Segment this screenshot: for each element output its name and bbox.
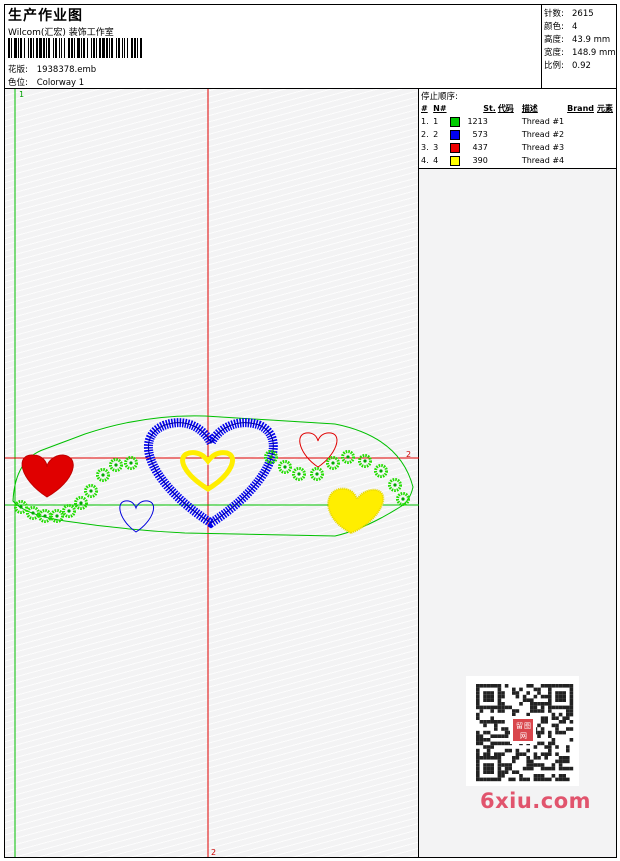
blue-satin-heart	[143, 418, 278, 529]
blue-outline-heart	[119, 500, 155, 533]
width-value: 148.9 mm	[572, 48, 616, 58]
height-row: 高度: 43.9 mm	[544, 35, 611, 45]
flower-motif	[62, 504, 76, 518]
color-swatch	[449, 142, 460, 153]
company-name: Wilcom(汇宏) 装饰工作室	[8, 28, 114, 38]
table-row[interactable]: 2. 2 573 Thread #2	[421, 128, 616, 141]
col-needle: N#	[433, 104, 447, 113]
col-swatch	[450, 102, 463, 115]
flower-motif	[292, 467, 306, 481]
stamp-character: 网	[520, 732, 527, 740]
scale-value: 0.92	[572, 61, 591, 71]
scale-row: 比例: 0.92	[544, 61, 591, 71]
flower-motif	[341, 450, 355, 464]
stats-panel: 针数: 2615 颜色: 4 高度: 43.9 mm 宽度: 148.9 mm 比例: 0…	[542, 5, 616, 89]
flower-motif	[358, 454, 372, 468]
marker-top: 1	[19, 90, 24, 99]
stamp-character: 图	[524, 722, 531, 730]
flower-motif	[310, 467, 324, 481]
col-description: 描述	[521, 104, 538, 113]
colors-value: 4	[572, 22, 578, 32]
red-filled-heart	[21, 454, 74, 498]
stop-sequence-table: # N# St. 代码 描述 Brand 元素 1. 1 1213 Thread…	[421, 102, 616, 167]
flower-motif	[26, 506, 40, 520]
watermark-logo: 6xiu.com	[480, 789, 592, 813]
flower-motif	[374, 464, 388, 478]
width-row: 宽度: 148.9 mm	[544, 48, 616, 58]
design-file-value: 1938378.emb	[36, 65, 97, 75]
stop-sequence-title: 停止顺序:	[421, 92, 458, 102]
stop-sequence-panel: 停止顺序: # N# St. 代码 描述 Brand 元素 1. 1 1213 …	[419, 89, 616, 169]
design-preview: 1 2 2	[5, 89, 419, 857]
col-element: 元素	[597, 104, 613, 113]
stamp-character: 留	[516, 721, 523, 730]
flower-motif	[396, 492, 410, 506]
color-swatch	[449, 129, 460, 140]
table-row[interactable]: 3. 3 437 Thread #3	[421, 141, 616, 154]
marker-bottom: 2	[211, 848, 216, 857]
marker-right: 2	[406, 450, 411, 459]
stitches-row: 针数: 2615	[544, 9, 594, 19]
red-outline-heart	[299, 432, 338, 468]
flower-motif	[14, 500, 28, 514]
flower-motif	[96, 468, 110, 482]
colorway-row: 色位: Colorway 1	[8, 78, 85, 88]
qr-code-graphic: 留图网	[476, 684, 574, 782]
design-file-row: 花版: 1938378.emb	[8, 65, 97, 75]
yellow-filled-heart	[327, 487, 385, 535]
flower-motif	[124, 456, 138, 470]
table-row[interactable]: 1. 1 1213 Thread #1	[421, 115, 616, 128]
flower-motif	[84, 484, 98, 498]
header-panel: 生产作业图 Wilcom(汇宏) 装饰工作室 花版: 1938378.emb 色…	[5, 5, 542, 89]
flower-motif	[388, 478, 402, 492]
colorway-value: Colorway 1	[36, 78, 85, 88]
table-row[interactable]: 4. 4 390 Thread #4	[421, 154, 616, 167]
flower-motif	[74, 496, 88, 510]
col-stitches: St.	[483, 104, 496, 113]
qr-code[interactable]: 留图网	[466, 676, 579, 786]
colors-row: 颜色: 4	[544, 22, 578, 32]
page-title: 生产作业图	[8, 8, 83, 24]
flower-motif	[109, 458, 123, 472]
barcode	[8, 38, 142, 58]
col-number: #	[421, 104, 428, 113]
col-brand: Brand	[567, 104, 594, 113]
col-code: 代码	[497, 104, 514, 113]
design-canvas[interactable]: 1 2 2	[5, 89, 419, 857]
color-swatch	[449, 155, 460, 166]
height-value: 43.9 mm	[572, 35, 611, 45]
flower-motif	[326, 456, 340, 470]
stitches-value: 2615	[572, 9, 594, 19]
color-swatch	[449, 116, 460, 127]
flower-motif	[278, 460, 292, 474]
stop-table-header: # N# St. 代码 描述 Brand 元素	[421, 102, 616, 115]
